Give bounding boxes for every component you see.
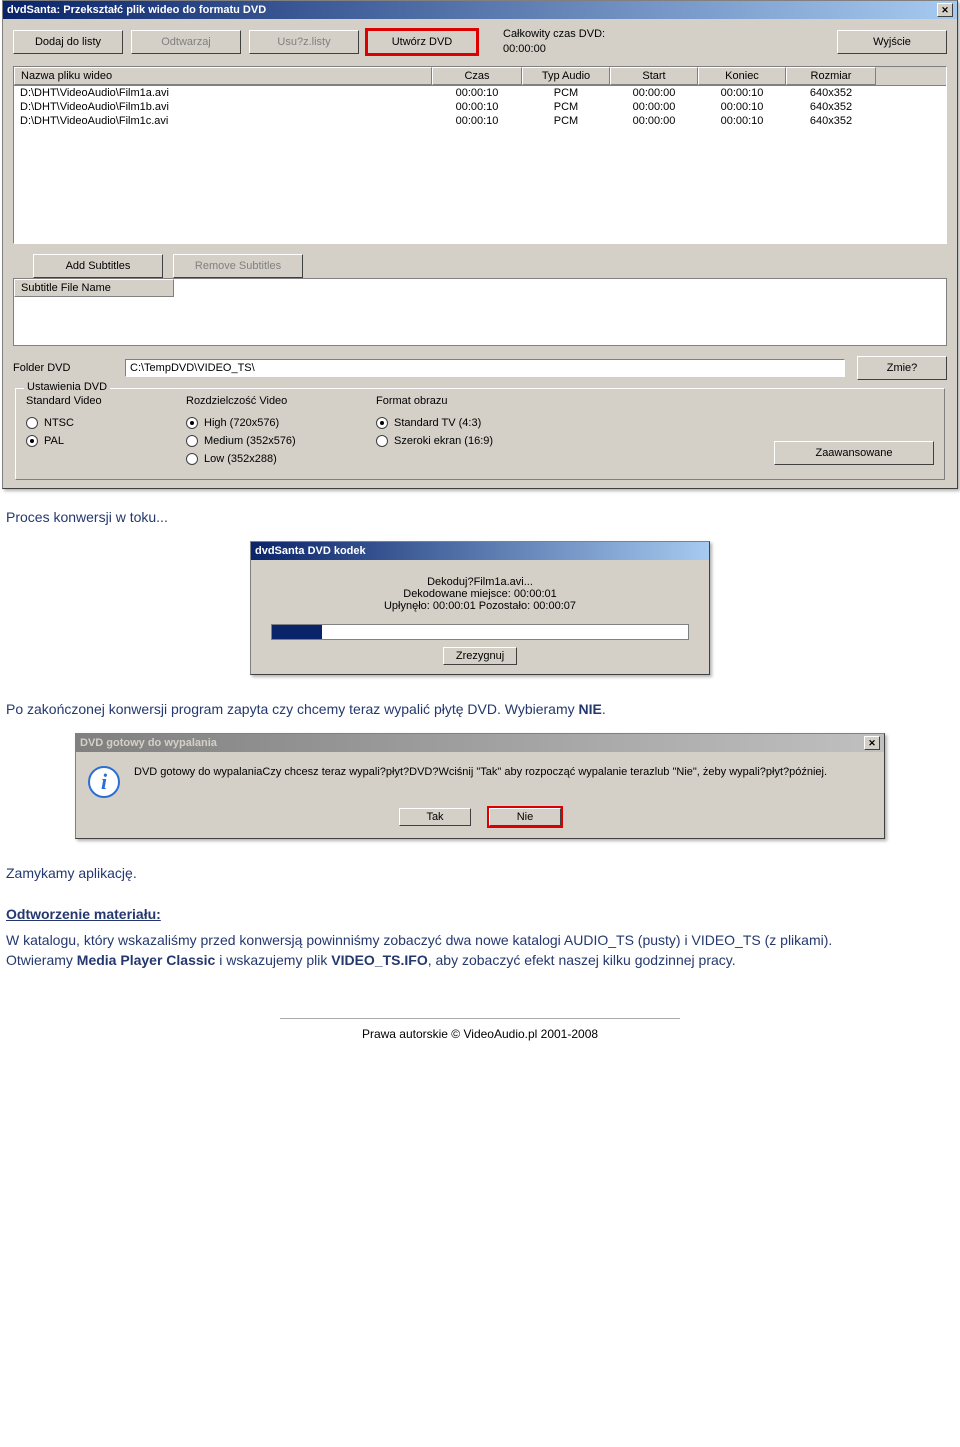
table-row[interactable]: D:\DHT\VideoAudio\Film1c.avi 00:00:10 PC… xyxy=(14,114,946,128)
doc-close-app: Zamykamy aplikację. xyxy=(0,845,960,891)
subtitles-section: Add Subtitles Remove Subtitles Subtitle … xyxy=(13,254,947,346)
standard-video-label: Standard Video xyxy=(26,395,166,407)
add-subtitles-button[interactable]: Add Subtitles xyxy=(33,254,163,278)
doc-heading-playback: Odtworzenie materiału: xyxy=(0,892,960,928)
add-to-list-button[interactable]: Dodaj do listy xyxy=(13,30,123,54)
remove-subtitles-button[interactable]: Remove Subtitles xyxy=(173,254,303,278)
msgbox-text: DVD gotowy do wypalaniaCzy chcesz teraz … xyxy=(134,766,872,778)
dvd-total-time: Całkowity czas DVD: 00:00:00 xyxy=(503,27,605,58)
col-time[interactable]: Czas xyxy=(432,67,522,85)
burn-dvd-messagebox: DVD gotowy do wypalania ✕ i DVD gotowy d… xyxy=(75,733,885,839)
dvd-time-label: Całkowity czas DVD: xyxy=(503,28,605,40)
progress-bar xyxy=(271,624,689,640)
col-end[interactable]: Koniec xyxy=(698,67,786,85)
dvd-time-value: 00:00:00 xyxy=(503,43,546,55)
subtitle-list[interactable]: Subtitle File Name xyxy=(13,278,947,346)
progress-fill xyxy=(272,625,322,639)
codec-progress-window: dvdSanta DVD kodek Dekoduj?Film1a.avi...… xyxy=(250,541,710,675)
info-icon: i xyxy=(88,766,120,798)
dvdsanta-main-window: dvdSanta: Przekształć plik wideo do form… xyxy=(2,0,958,489)
codec-line2: Dekodowane miejsce: 00:00:01 xyxy=(263,588,697,600)
table-row[interactable]: D:\DHT\VideoAudio\Film1b.avi 00:00:10 PC… xyxy=(14,100,946,114)
radio-ntsc[interactable]: NTSC xyxy=(26,417,166,429)
dvd-settings-group: Ustawienia DVD Standard Video NTSC PAL R… xyxy=(15,388,945,480)
no-button[interactable]: Nie xyxy=(489,808,561,826)
table-row[interactable]: D:\DHT\VideoAudio\Film1a.avi 00:00:10 PC… xyxy=(14,86,946,100)
col-size[interactable]: Rozmiar xyxy=(786,67,876,85)
radio-res-medium[interactable]: Medium (352x576) xyxy=(186,435,356,447)
codec-line3: Upłynęło: 00:00:01 Pozostało: 00:00:07 xyxy=(263,600,697,612)
radio-fmt-wide[interactable]: Szeroki ekran (16:9) xyxy=(376,435,576,447)
folder-input[interactable] xyxy=(125,359,845,377)
advanced-button[interactable]: Zaawansowane xyxy=(774,441,934,465)
settings-legend: Ustawienia DVD xyxy=(24,381,110,393)
yes-button[interactable]: Tak xyxy=(399,808,471,826)
copyright: Prawa autorskie © VideoAudio.pl 2001-200… xyxy=(362,1027,598,1041)
folder-label: Folder DVD xyxy=(13,362,113,374)
col-start[interactable]: Start xyxy=(610,67,698,85)
radio-res-high[interactable]: High (720x576) xyxy=(186,417,356,429)
window-title: dvdSanta: Przekształć plik wideo do form… xyxy=(7,4,266,16)
cancel-button[interactable]: Zrezygnuj xyxy=(443,647,517,665)
exit-button[interactable]: Wyjście xyxy=(837,30,947,54)
codec-line1: Dekoduj?Film1a.avi... xyxy=(263,576,697,588)
doc-paragraph-after: Po zakończonej konwersji program zapyta … xyxy=(0,681,960,727)
msgbox-titlebar[interactable]: DVD gotowy do wypalania ✕ xyxy=(76,734,884,752)
radio-res-low[interactable]: Low (352x288) xyxy=(186,453,356,465)
play-button[interactable]: Odtwarzaj xyxy=(131,30,241,54)
doc-paragraph-playback: W katalogu, który wskazaliśmy przed konw… xyxy=(0,928,960,979)
format-label: Format obrazu xyxy=(376,395,576,407)
remove-from-list-button[interactable]: Usu?z.listy xyxy=(249,30,359,54)
video-file-list[interactable]: Nazwa pliku wideo Czas Typ Audio Start K… xyxy=(13,66,947,244)
window-body: Dodaj do listy Odtwarzaj Usu?z.listy Utw… xyxy=(3,19,957,488)
codec-titlebar[interactable]: dvdSanta DVD kodek xyxy=(251,542,709,560)
msgbox-title: DVD gotowy do wypalania xyxy=(80,737,217,749)
close-icon[interactable]: ✕ xyxy=(937,3,953,17)
radio-fmt-standard[interactable]: Standard TV (4:3) xyxy=(376,417,576,429)
list-header: Nazwa pliku wideo Czas Typ Audio Start K… xyxy=(14,67,946,86)
subtitle-col-header[interactable]: Subtitle File Name xyxy=(14,279,174,297)
create-dvd-button[interactable]: Utwórz DVD xyxy=(367,30,477,54)
col-audio[interactable]: Typ Audio xyxy=(522,67,610,85)
change-folder-button[interactable]: Zmie? xyxy=(857,356,947,380)
dvd-folder-row: Folder DVD Zmie? xyxy=(13,356,947,380)
resolution-label: Rozdzielczość Video xyxy=(186,395,356,407)
close-icon[interactable]: ✕ xyxy=(864,736,880,750)
radio-pal[interactable]: PAL xyxy=(26,435,166,447)
footer: Prawa autorskie © VideoAudio.pl 2001-200… xyxy=(0,978,960,1053)
col-name[interactable]: Nazwa pliku wideo xyxy=(14,67,432,85)
doc-paragraph-conversion: Proces konwersji w toku... xyxy=(0,489,960,535)
toolbar: Dodaj do listy Odtwarzaj Usu?z.listy Utw… xyxy=(13,27,947,58)
titlebar[interactable]: dvdSanta: Przekształć plik wideo do form… xyxy=(3,1,957,19)
codec-title: dvdSanta DVD kodek xyxy=(255,545,366,557)
